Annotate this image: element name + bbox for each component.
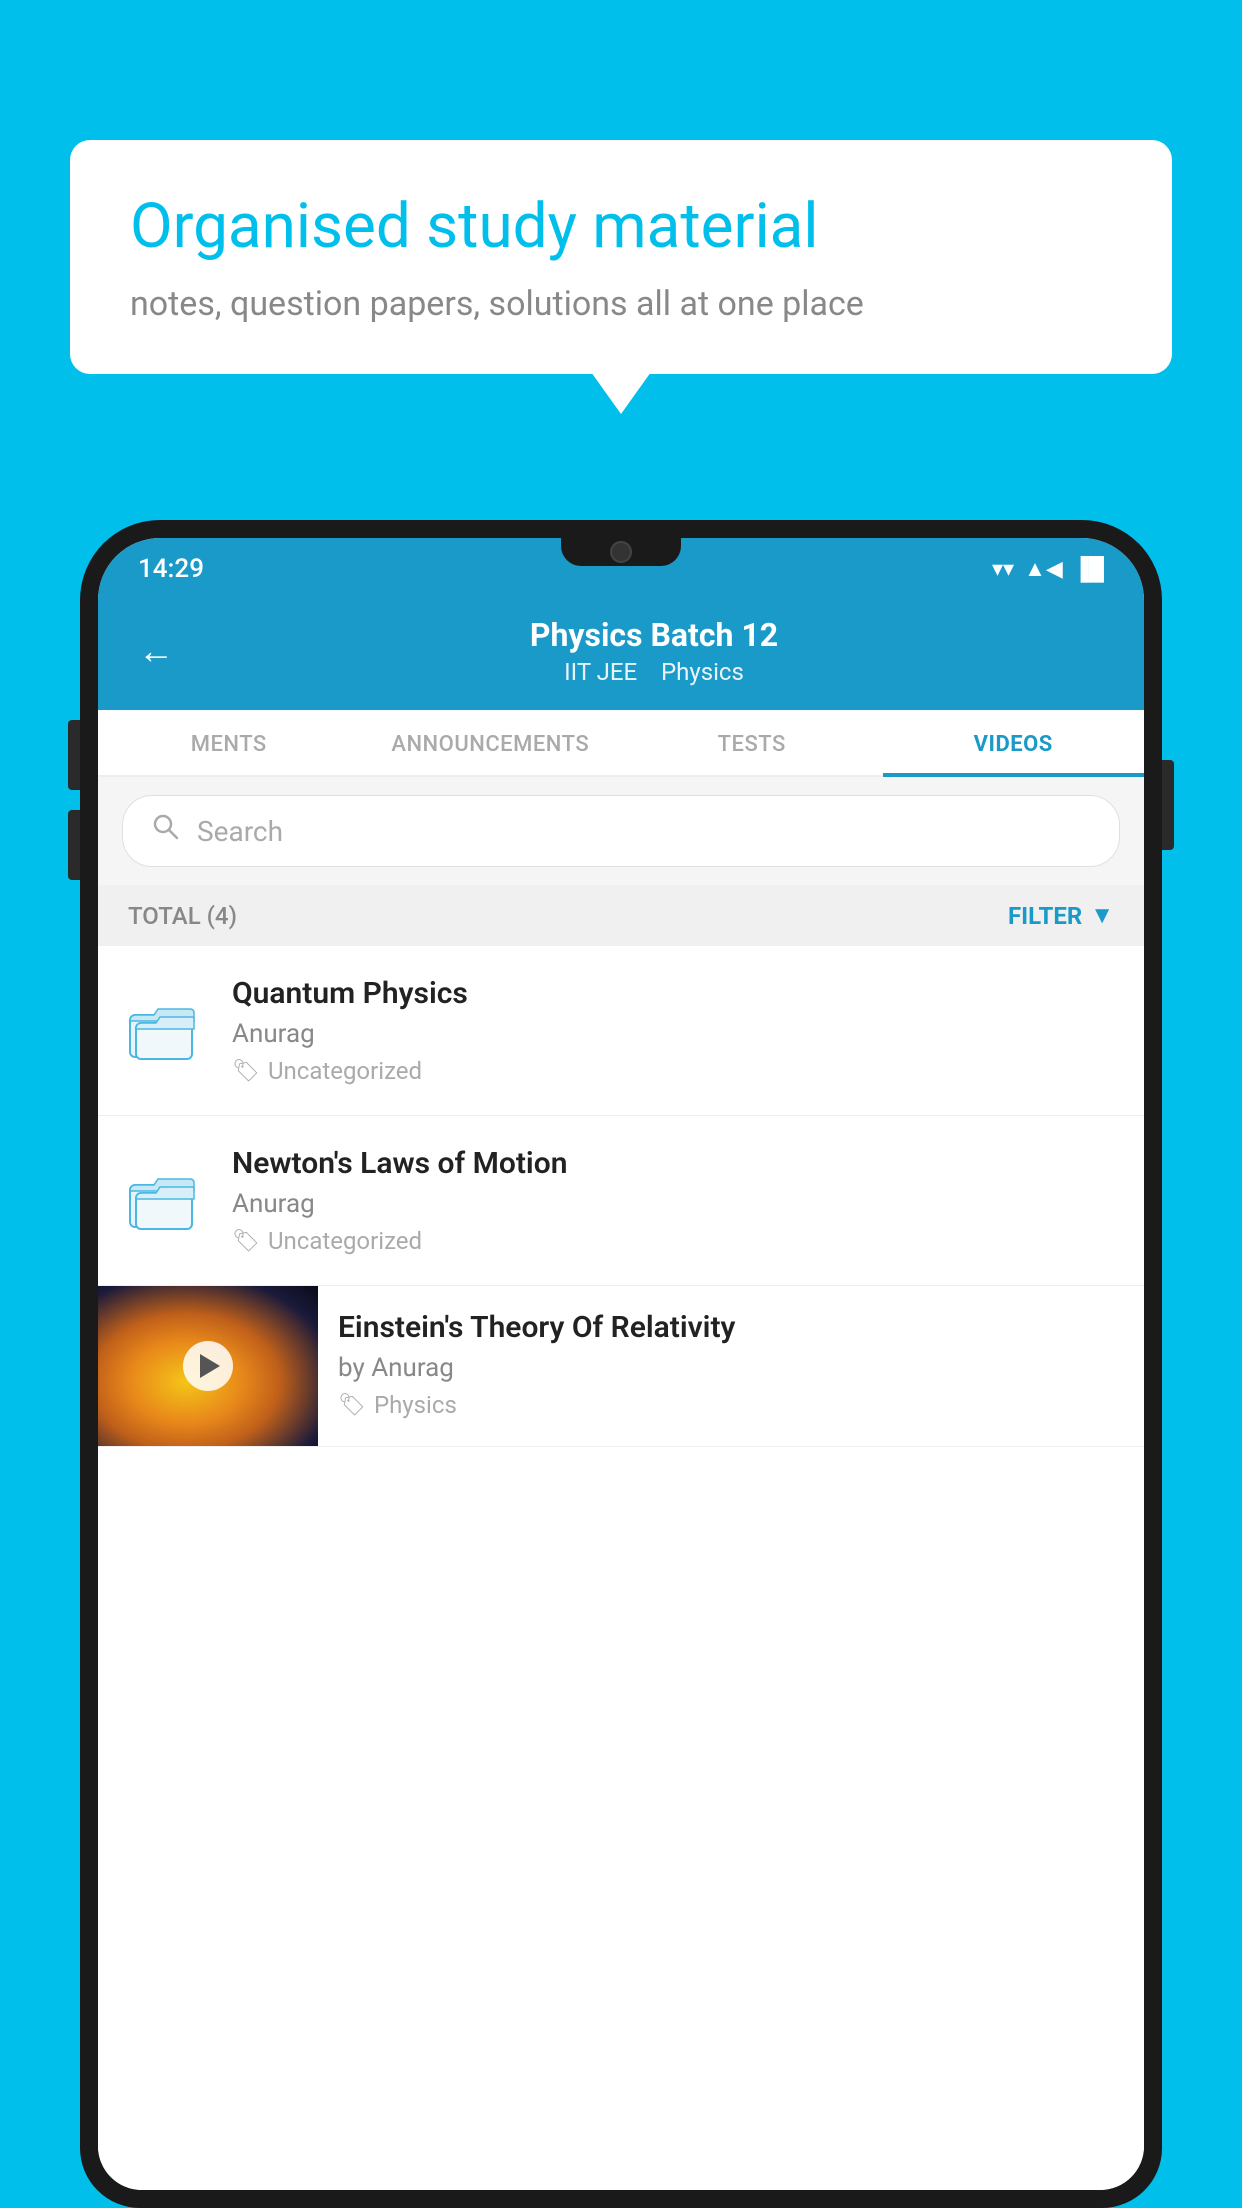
tabs-bar: MENTS ANNOUNCEMENTS TESTS VIDEOS [98,710,1144,777]
filter-button[interactable]: FILTER ▼ [1008,901,1114,930]
bubble-title: Organised study material [130,190,1112,264]
status-icons: ▾▾ ▲◀ ▐█ [992,556,1104,582]
item-author: Anurag [232,1019,1114,1049]
content-list: Quantum Physics Anurag 🏷 Uncategorized [98,946,1144,2190]
tab-tests[interactable]: TESTS [621,710,883,775]
battery-icon: ▐█ [1073,556,1104,582]
video-author: by Anurag [338,1353,1124,1383]
search-icon [151,812,181,850]
bubble-subtitle: notes, question papers, solutions all at… [130,284,1112,324]
header-title-block: Physics Batch 12 IIT JEE Physics [204,616,1104,686]
tab-announcements[interactable]: ANNOUNCEMENTS [360,710,622,775]
item-details: Quantum Physics Anurag 🏷 Uncategorized [232,976,1114,1085]
search-placeholder: Search [197,815,283,848]
item-tag: 🏷 Uncategorized [232,1227,1114,1255]
tag-icon: 🏷 [232,1059,260,1084]
list-item[interactable]: Newton's Laws of Motion Anurag 🏷 Uncateg… [98,1116,1144,1286]
video-tag: 🏷 Physics [338,1391,1124,1419]
total-count: TOTAL (4) [128,902,237,930]
header-title: Physics Batch 12 [204,616,1104,654]
video-thumb-background [98,1286,318,1446]
filter-label: FILTER [1008,902,1082,930]
video-thumbnail [98,1286,318,1446]
play-triangle-icon [200,1354,220,1378]
search-bar[interactable]: Search [122,795,1120,867]
volume-up-button [68,720,80,790]
item-title: Newton's Laws of Motion [232,1146,1114,1181]
video-details: Einstein's Theory Of Relativity by Anura… [318,1286,1144,1443]
tag-icon: 🏷 [338,1393,366,1418]
filter-funnel-icon: ▼ [1090,901,1114,930]
tag-label: Physics [374,1391,457,1419]
folder-icon [128,1171,196,1231]
signal-icon: ▲◀ [1024,556,1063,582]
app-header: ← Physics Batch 12 IIT JEE Physics [98,596,1144,710]
speech-bubble-container: Organised study material notes, question… [70,140,1172,374]
item-icon-area [128,1171,208,1231]
folder-icon [128,1001,196,1061]
power-button [1162,760,1174,850]
phone-frame: 14:29 ▾▾ ▲◀ ▐█ ← Physics Batch 12 IIT JE… [80,520,1162,2208]
tab-videos[interactable]: VIDEOS [883,710,1145,775]
phone-notch [561,538,681,566]
back-button[interactable]: ← [138,630,174,672]
play-button[interactable] [183,1341,233,1391]
search-container: Search [98,777,1144,885]
phone-outer: 14:29 ▾▾ ▲◀ ▐█ ← Physics Batch 12 IIT JE… [80,520,1162,2208]
tag-icon: 🏷 [232,1229,260,1254]
header-subtitle: IIT JEE Physics [204,658,1104,686]
tag-label: Uncategorized [268,1227,422,1255]
video-title: Einstein's Theory Of Relativity [338,1310,1124,1345]
header-tag-iitjee: IIT JEE [564,658,637,686]
volume-down-button [68,810,80,880]
background: Organised study material notes, question… [0,0,1242,2208]
item-details: Newton's Laws of Motion Anurag 🏷 Uncateg… [232,1146,1114,1255]
front-camera [610,541,632,563]
tag-label: Uncategorized [268,1057,422,1085]
speech-bubble: Organised study material notes, question… [70,140,1172,374]
tab-ments[interactable]: MENTS [98,710,360,775]
video-list-item[interactable]: Einstein's Theory Of Relativity by Anura… [98,1286,1144,1447]
item-icon-area [128,1001,208,1061]
item-tag: 🏷 Uncategorized [232,1057,1114,1085]
header-tag-physics: Physics [661,658,744,686]
phone-screen: 14:29 ▾▾ ▲◀ ▐█ ← Physics Batch 12 IIT JE… [98,538,1144,2190]
filter-bar: TOTAL (4) FILTER ▼ [98,885,1144,946]
item-title: Quantum Physics [232,976,1114,1011]
item-author: Anurag [232,1189,1114,1219]
status-time: 14:29 [138,554,204,584]
list-item[interactable]: Quantum Physics Anurag 🏷 Uncategorized [98,946,1144,1116]
wifi-icon: ▾▾ [992,557,1014,582]
